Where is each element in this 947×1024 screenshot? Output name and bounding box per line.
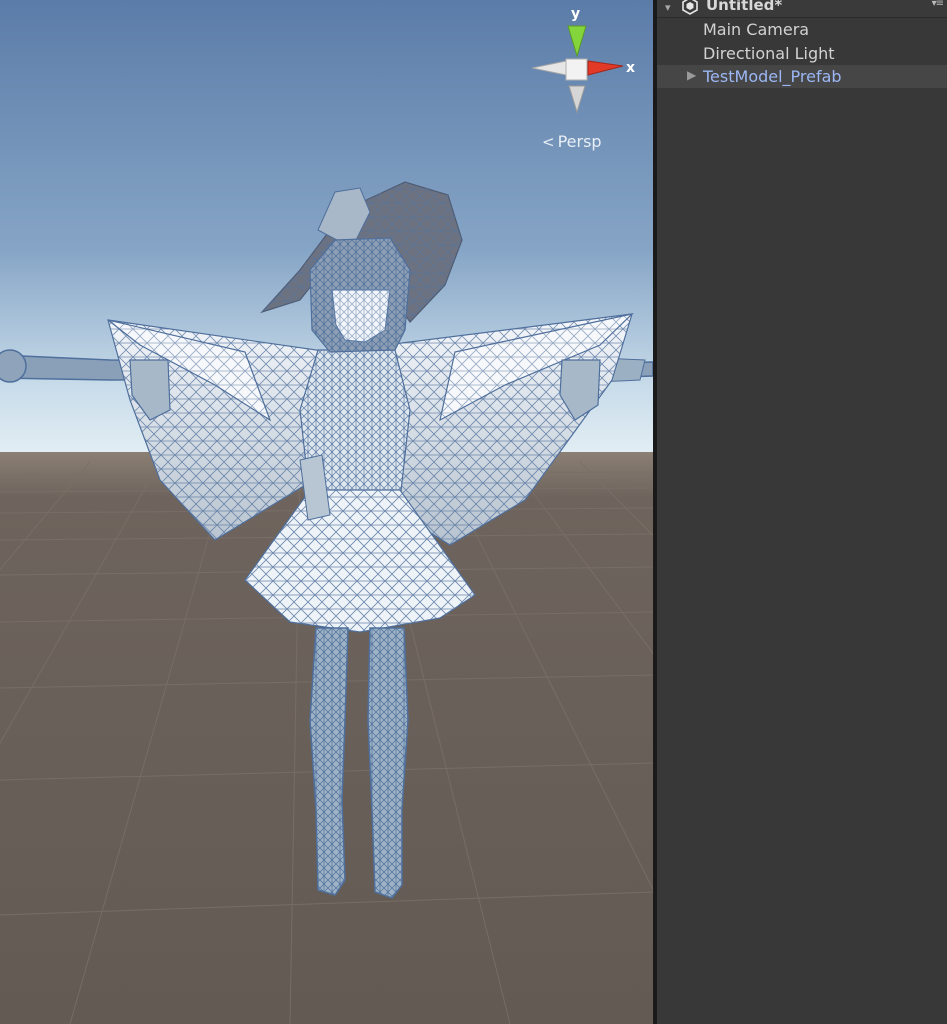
hierarchy-item-label: Directional Light: [703, 44, 835, 63]
hierarchy-item-directional-light[interactable]: Directional Light: [657, 42, 947, 65]
hierarchy-item-label: Main Camera: [703, 20, 810, 39]
hierarchy-item-main-camera[interactable]: Main Camera: [657, 18, 947, 41]
scene-canvas[interactable]: [0, 0, 653, 1024]
y-axis-label: y: [571, 6, 581, 22]
y-axis-cone[interactable]: [567, 25, 587, 58]
hierarchy-item-label: TestModel_Prefab: [703, 67, 842, 86]
x-axis-label: x: [626, 60, 636, 76]
scene-header[interactable]: ▾ Untitled* ▾≡: [657, 0, 947, 18]
scene-view[interactable]: y x < Persp: [0, 0, 653, 1024]
context-menu-icon[interactable]: ▾≡: [932, 0, 944, 9]
unity-logo-icon: [682, 0, 698, 15]
gizmo-center-cube[interactable]: [565, 58, 588, 81]
fold-down-icon[interactable]: ▾: [665, 1, 671, 14]
projection-toggle[interactable]: < Persp: [542, 132, 602, 151]
neg-y-axis-cone[interactable]: [568, 85, 586, 114]
scene-name: Untitled*: [706, 0, 783, 14]
x-axis-cone[interactable]: [587, 60, 624, 76]
neg-x-axis-cone[interactable]: [531, 60, 567, 76]
expand-arrow-icon[interactable]: ▶: [687, 68, 696, 82]
chevron-left-icon: <: [542, 133, 555, 151]
orientation-gizmo[interactable]: y x: [528, 4, 638, 114]
hierarchy-panel[interactable]: ▾ Untitled* ▾≡ Main Camera Directional L…: [657, 0, 947, 1024]
hierarchy-item-test-model-prefab[interactable]: ▶ TestModel_Prefab: [657, 65, 947, 88]
projection-label: Persp: [557, 132, 602, 151]
